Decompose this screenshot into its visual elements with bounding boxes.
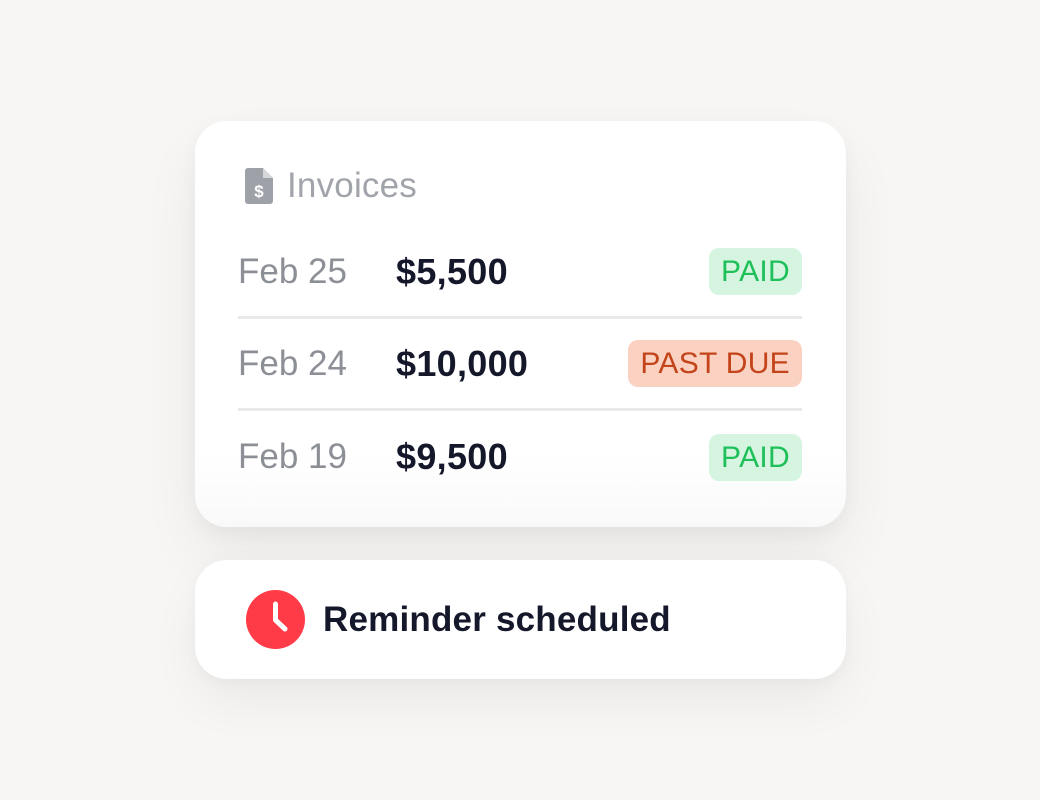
reminder-card[interactable]: Reminder scheduled (195, 560, 846, 679)
invoice-date: Feb 19 (238, 437, 347, 476)
status-badge: PAID (709, 433, 802, 481)
invoices-title: Invoices (287, 166, 417, 205)
invoices-card: $ Invoices Feb 25 $5,500 PAID Feb 24 $10… (195, 121, 846, 527)
invoice-document-icon: $ (245, 168, 273, 204)
reminder-text: Reminder scheduled (323, 599, 671, 639)
clock-icon (246, 590, 305, 649)
invoice-row[interactable]: Feb 24 $10,000 PAST DUE (238, 319, 802, 411)
stage: $ Invoices Feb 25 $5,500 PAID Feb 24 $10… (0, 0, 1040, 800)
invoice-amount: $10,000 (396, 342, 529, 384)
status-badge: PAST DUE (628, 340, 802, 387)
invoice-row[interactable]: Feb 25 $5,500 PAID (238, 227, 802, 319)
invoice-list: Feb 25 $5,500 PAID Feb 24 $10,000 PAST D… (238, 227, 802, 503)
invoice-amount: $5,500 (396, 250, 508, 292)
invoice-row[interactable]: Feb 19 $9,500 PAID (238, 411, 802, 503)
invoices-header: $ Invoices (238, 165, 802, 207)
invoice-amount: $9,500 (396, 436, 508, 477)
invoice-date: Feb 25 (238, 251, 347, 291)
svg-text:$: $ (254, 182, 264, 201)
invoice-date: Feb 24 (238, 343, 347, 383)
status-badge: PAID (709, 248, 802, 295)
